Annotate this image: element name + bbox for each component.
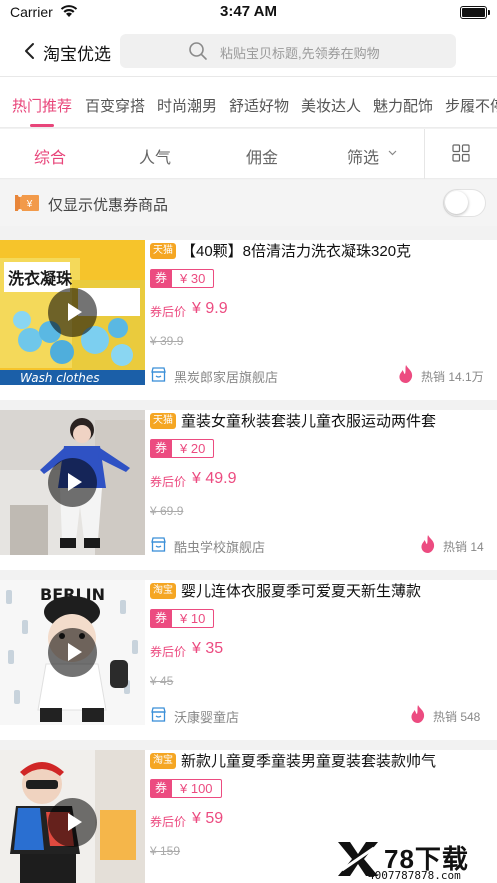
fire-icon — [399, 365, 413, 383]
play-button[interactable] — [48, 628, 97, 677]
tmall-badge: 天猫 — [150, 243, 176, 259]
fire-icon — [411, 705, 425, 723]
search-icon — [189, 42, 207, 60]
coupon-tag-label: 券 — [150, 609, 172, 628]
coupon-filter-label: 仅显示优惠券商品 — [48, 197, 169, 214]
coupon-filter-row: ¥ 仅显示优惠券商品 — [0, 180, 497, 226]
play-button[interactable] — [48, 798, 97, 847]
final-price-label: 券后价 — [150, 305, 187, 319]
taobao-badge: 淘宝 — [150, 583, 176, 599]
thumb-box-text: 洗衣凝珠 — [8, 269, 73, 288]
search-input[interactable]: 粘贴宝贝标题,先领券在购物 — [120, 34, 456, 68]
battery-icon — [460, 6, 490, 19]
sort-commission[interactable]: 佣金 — [246, 144, 278, 168]
sort-comprehensive[interactable]: 综合 — [34, 144, 66, 168]
product-card[interactable]: BERLIN 淘宝 婴儿连体衣服夏季可爱夏天新生薄款 券 ¥ 10 券后价 ¥ … — [0, 580, 497, 740]
thumb-bottom-text: Wash clothes — [20, 371, 99, 385]
sort-bar: 综合 人气 佣金 筛选 — [0, 129, 497, 179]
play-button[interactable] — [48, 288, 97, 337]
final-price-label: 券后价 — [150, 475, 187, 489]
product-title[interactable]: 新款儿童夏季童装男童夏装套装款帅气 — [181, 750, 436, 771]
active-tab-indicator — [30, 124, 54, 127]
coupon-icon: ¥ — [15, 193, 39, 213]
product-card[interactable]: 天猫 童装女童秋装套装儿童衣服运动两件套 券 ¥ 20 券后价 ¥ 49.9 ¥… — [0, 410, 497, 570]
tab-outfits[interactable]: 百变穿搭 — [85, 95, 145, 116]
tab-hot-recommend[interactable]: 热门推荐 — [12, 95, 72, 116]
nav-bar: 淘宝优选 粘贴宝贝标题,先领券在购物 — [0, 26, 497, 76]
fire-icon — [421, 535, 435, 553]
store-icon — [151, 367, 166, 382]
tab-accessories[interactable]: 魅力配饰 — [373, 95, 433, 116]
coupon-amount: ¥ 100 — [172, 779, 222, 798]
final-price: ¥ 49.9 — [192, 470, 237, 487]
grid-view-icon[interactable] — [452, 144, 470, 162]
tab-trendy-men[interactable]: 时尚潮男 — [157, 95, 217, 116]
coupon-tag-label: 券 — [150, 269, 172, 288]
product-thumbnail[interactable] — [0, 410, 145, 555]
coupon-only-toggle[interactable] — [443, 189, 486, 217]
final-price: ¥ 9.9 — [192, 300, 228, 317]
product-title[interactable]: 【40颗】8倍清洁力洗衣凝珠320克 — [181, 240, 411, 261]
final-price-label: 券后价 — [150, 815, 187, 829]
coupon-amount: ¥ 20 — [172, 439, 215, 458]
final-price: ¥ 35 — [192, 640, 224, 657]
coupon-amount: ¥ 30 — [172, 269, 215, 288]
sales-count: 热销 14.1万 — [421, 370, 484, 384]
chevron-down-icon — [388, 150, 397, 156]
tmall-badge: 天猫 — [150, 413, 176, 429]
coupon-amount: ¥ 10 — [172, 609, 215, 628]
product-title[interactable]: 童装女童秋装套装儿童衣服运动两件套 — [181, 410, 436, 431]
tab-beauty[interactable]: 美妆达人 — [301, 95, 361, 116]
store-name[interactable]: 沃康婴童店 — [174, 707, 239, 726]
store-name[interactable]: 酷虫学校旗舰店 — [174, 537, 265, 556]
sales-count: 热销 548 — [433, 710, 481, 724]
sort-popularity[interactable]: 人气 — [139, 144, 171, 168]
store-name[interactable]: 黑炭郎家居旗舰店 — [174, 367, 278, 386]
tab-comfort-goods[interactable]: 舒适好物 — [229, 95, 289, 116]
watermark-phone: 4007787878.com — [368, 869, 461, 882]
product-thumbnail[interactable]: BERLIN — [0, 580, 145, 725]
original-price: ¥ 159 — [150, 844, 181, 858]
tab-shoes[interactable]: 步履不停 — [445, 95, 497, 116]
taobao-badge: 淘宝 — [150, 753, 176, 769]
store-icon — [151, 707, 166, 722]
original-price: ¥ 45 — [150, 674, 174, 688]
back-chevron-icon[interactable] — [20, 40, 42, 62]
sales-count: 热销 14 — [443, 540, 484, 554]
product-title[interactable]: 婴儿连体衣服夏季可爱夏天新生薄款 — [181, 580, 421, 601]
product-thumbnail[interactable] — [0, 750, 145, 883]
svg-text:¥: ¥ — [26, 199, 33, 210]
category-tabs: 热门推荐 百变穿搭 时尚潮男 舒适好物 美妆达人 魅力配饰 步履不停 — [0, 76, 497, 128]
play-button[interactable] — [48, 458, 97, 507]
store-icon — [151, 537, 166, 552]
divider — [424, 129, 425, 179]
coupon-tag-label: 券 — [150, 439, 172, 458]
product-thumbnail[interactable]: 洗衣凝珠 Wash clothes — [0, 240, 145, 385]
status-bar: Carrier 3:47 AM — [0, 0, 497, 26]
product-card[interactable]: 洗衣凝珠 Wash clothes 天猫 【40颗】8倍清洁力洗衣凝珠320克 … — [0, 240, 497, 400]
page-title[interactable]: 淘宝优选 — [43, 40, 111, 65]
sort-filter[interactable]: 筛选 — [347, 144, 379, 168]
status-time: 3:47 AM — [220, 3, 277, 20]
search-placeholder: 粘贴宝贝标题,先领券在购物 — [220, 46, 380, 61]
coupon-tag-label: 券 — [150, 779, 172, 798]
final-price: ¥ 59 — [192, 810, 224, 827]
original-price: ¥ 39.9 — [150, 334, 184, 348]
watermark-logo: 78下载 4007787878.com — [332, 838, 497, 883]
original-price: ¥ 69.9 — [150, 504, 184, 518]
toggle-knob — [445, 191, 468, 214]
final-price-label: 券后价 — [150, 645, 187, 659]
